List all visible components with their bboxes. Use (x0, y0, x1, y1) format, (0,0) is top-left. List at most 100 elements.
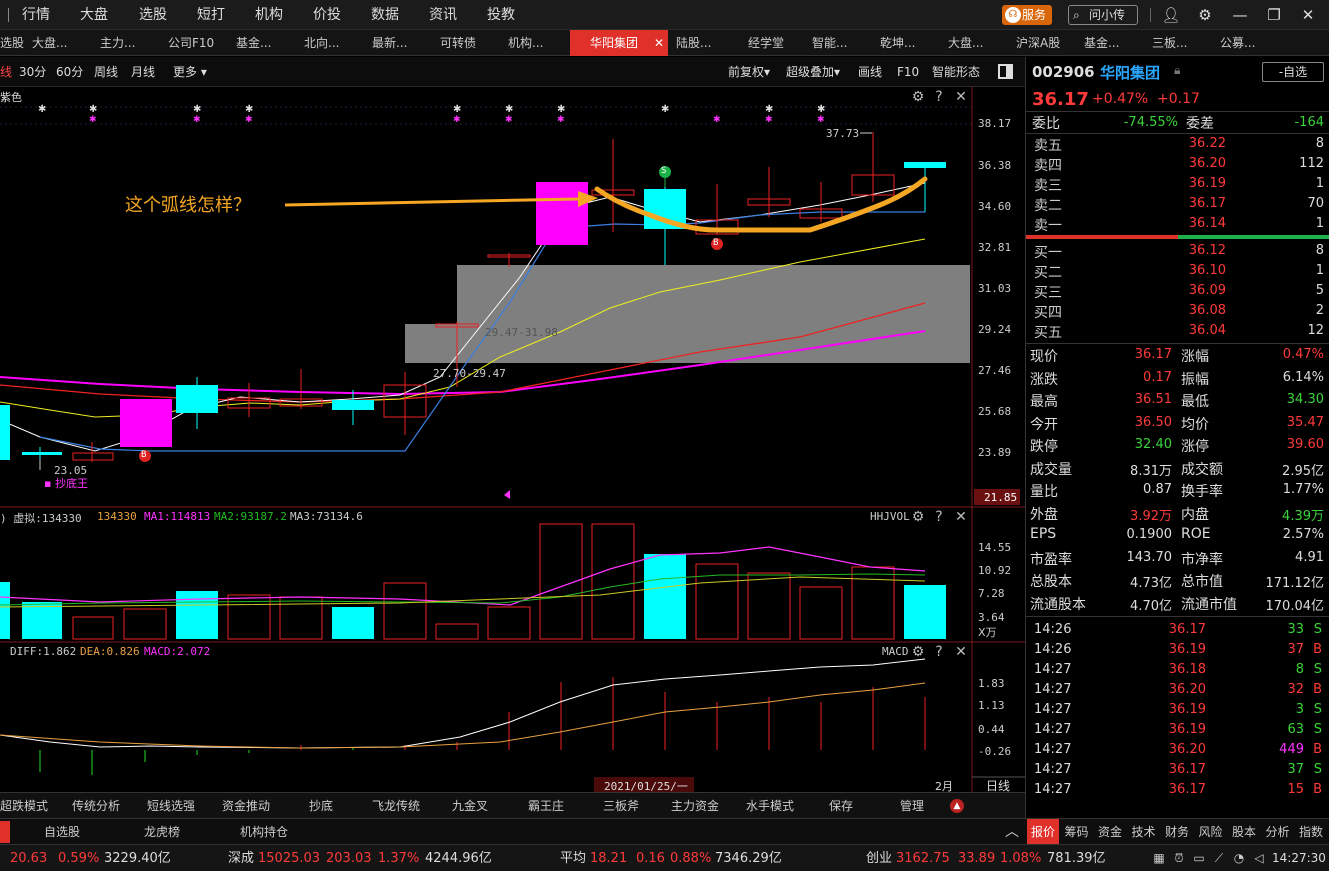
sub-tab-institution-hold[interactable]: 机构持仓 (240, 819, 288, 845)
collapse-up-icon[interactable]: ▲ (950, 799, 964, 813)
quote-tab[interactable]: 财务 (1161, 819, 1193, 845)
tab-fund[interactable]: 基金... (236, 30, 296, 56)
strategy-short-strong[interactable]: 短线选强 (147, 793, 195, 819)
tab-northbound[interactable]: 北向... (304, 30, 364, 56)
quote-tab[interactable]: 指数 (1295, 819, 1327, 845)
strategy-capital-push[interactable]: 资金推动 (222, 793, 270, 819)
strategy-bottom[interactable]: 抄底 (309, 793, 333, 819)
help-icon[interactable]: ? (931, 509, 947, 525)
menu-item-news[interactable]: 资讯 (429, 0, 457, 30)
quote-tab[interactable]: 股本 (1228, 819, 1260, 845)
help-icon[interactable]: ? (931, 89, 947, 105)
tab-smart[interactable]: 智能... (812, 30, 872, 56)
tab-institution[interactable]: 机构... (508, 30, 568, 56)
tick-price: 36.20 (1168, 742, 1206, 757)
service-button[interactable]: ☊ 服务 (1002, 5, 1052, 25)
calendar-icon[interactable]: ▦ (1152, 851, 1166, 865)
panel-toggle-icon[interactable] (998, 64, 1013, 79)
menu-item-stock-picker[interactable]: 选股 (139, 0, 167, 30)
quote-tab[interactable]: 报价 (1027, 819, 1059, 845)
caret-down-icon: ▾ (200, 65, 207, 79)
tab-company-f10[interactable]: 公司F10 (168, 30, 228, 56)
minimize-icon[interactable]: — (1230, 5, 1250, 25)
menu-item-institution[interactable]: 机构 (255, 0, 283, 30)
strategy-three-axe[interactable]: 三板斧 (603, 793, 639, 819)
f10-button[interactable]: F10 (897, 57, 919, 87)
tab-fund-2[interactable]: 基金... (1084, 30, 1144, 56)
tab-public-fund[interactable]: 公募... (1220, 30, 1280, 56)
period-day[interactable]: 线 (0, 57, 12, 87)
sub-tab-dragon-tiger[interactable]: 龙虎榜 (144, 819, 180, 845)
expand-up-icon[interactable]: ︿ (1005, 819, 1019, 845)
period-60min[interactable]: 60分 (56, 57, 83, 87)
strategy-flying-dragon[interactable]: 飞龙传统 (372, 793, 420, 819)
sub-tab-watchlist[interactable]: 自选股 (44, 819, 80, 845)
menu-item-data[interactable]: 数据 (371, 0, 399, 30)
resistance-zone-upper (457, 265, 970, 324)
user-icon[interactable]: 👤︎ (1161, 5, 1181, 25)
tab-index-2[interactable]: 大盘... (948, 30, 1008, 56)
tab-a-shares[interactable]: 沪深A股 (1016, 30, 1076, 56)
close-panel-icon[interactable]: ✕ (953, 509, 969, 525)
tab-classroom[interactable]: 经学堂 (748, 30, 808, 56)
close-icon[interactable]: ✕ (1298, 5, 1318, 25)
add-watchlist-button[interactable]: -自选 (1262, 62, 1324, 82)
tab-main-force[interactable]: 主力... (100, 30, 160, 56)
settings-icon[interactable]: ⚙ (910, 509, 926, 525)
close-panel-icon[interactable]: ✕ (953, 89, 969, 105)
period-more[interactable]: 更多 ▾ (173, 57, 207, 87)
tab-stock-pick[interactable]: 选股 (0, 30, 30, 56)
period-30min[interactable]: 30分 (19, 57, 46, 87)
speaker-icon[interactable]: ◁ (1252, 851, 1266, 865)
chart-icon[interactable]: ⟋ (1212, 851, 1226, 865)
tab-latest[interactable]: 最新... (372, 30, 432, 56)
menu-item-short-trade[interactable]: 短打 (197, 0, 225, 30)
alarm-icon[interactable]: ⏰︎ (1172, 851, 1186, 865)
sz-name: 深成 (228, 851, 255, 866)
smart-pattern-button[interactable]: 智能形态 (932, 57, 980, 87)
period-week[interactable]: 周线 (94, 57, 118, 87)
quote-tab[interactable]: 风险 (1195, 819, 1227, 845)
tab-huayang-group[interactable]: 华阳集团 ✕ (570, 30, 668, 56)
draw-line-button[interactable]: 画线 (858, 57, 882, 87)
manage-button[interactable]: 管理 (900, 793, 924, 819)
chat-icon[interactable]: ◔ (1232, 851, 1246, 865)
super-overlay[interactable]: 超级叠加▾ (786, 57, 840, 87)
tab-convertible-bond[interactable]: 可转债 (440, 30, 500, 56)
tab-third-board[interactable]: 三板... (1152, 30, 1212, 56)
settings-icon[interactable]: ⚙ (1195, 5, 1215, 25)
help-icon[interactable]: ? (931, 644, 947, 660)
menu-item-value-invest[interactable]: 价投 (313, 0, 341, 30)
tab-index[interactable]: 大盘... (32, 30, 92, 56)
menu-item-market[interactable]: 行情 (22, 0, 50, 30)
tab-land-stock[interactable]: 陆股... (676, 30, 736, 56)
restore-icon[interactable]: ❐ (1264, 5, 1284, 25)
quote-tab[interactable]: 技术 (1128, 819, 1160, 845)
close-panel-icon[interactable]: ✕ (953, 644, 969, 660)
quote-tab[interactable]: 资金 (1094, 819, 1126, 845)
adjust-forward[interactable]: 前复权▾ (728, 57, 770, 87)
zone-label-upper: 29.47-31.98 (485, 326, 558, 339)
strategy-sailor[interactable]: 水手模式 (746, 793, 794, 819)
quote-tab[interactable]: 分析 (1262, 819, 1294, 845)
strategy-traditional[interactable]: 传统分析 (72, 793, 120, 819)
tab-qiankun[interactable]: 乾坤... (880, 30, 940, 56)
settings-icon[interactable]: ⚙ (910, 644, 926, 660)
strategy-nine-cross[interactable]: 九金叉 (452, 793, 488, 819)
strategy-overlord[interactable]: 霸王庄 (528, 793, 564, 819)
save-button[interactable]: 保存 (829, 793, 853, 819)
stat-label: 外盘 (1030, 506, 1058, 523)
close-tab-icon[interactable]: ✕ (654, 30, 664, 56)
avg-name: 平均 (560, 851, 587, 866)
settings-icon[interactable]: ⚙ (910, 89, 926, 105)
monitor-icon[interactable]: ▭ (1192, 851, 1206, 865)
strategy-main-capital[interactable]: 主力资金 (671, 793, 719, 819)
menu-item-education[interactable]: 投教 (487, 0, 515, 30)
ask-assistant-button[interactable]: ⌕ 问小传 (1068, 5, 1138, 25)
menu-item-index[interactable]: 大盘 (80, 0, 108, 30)
cy-change: 33.89 (958, 851, 996, 866)
quote-tab[interactable]: 筹码 (1061, 819, 1093, 845)
stat-value: 0.1900 (1126, 527, 1173, 542)
strategy-oversold[interactable]: 超跌模式 (0, 793, 48, 819)
period-month[interactable]: 月线 (131, 57, 155, 87)
